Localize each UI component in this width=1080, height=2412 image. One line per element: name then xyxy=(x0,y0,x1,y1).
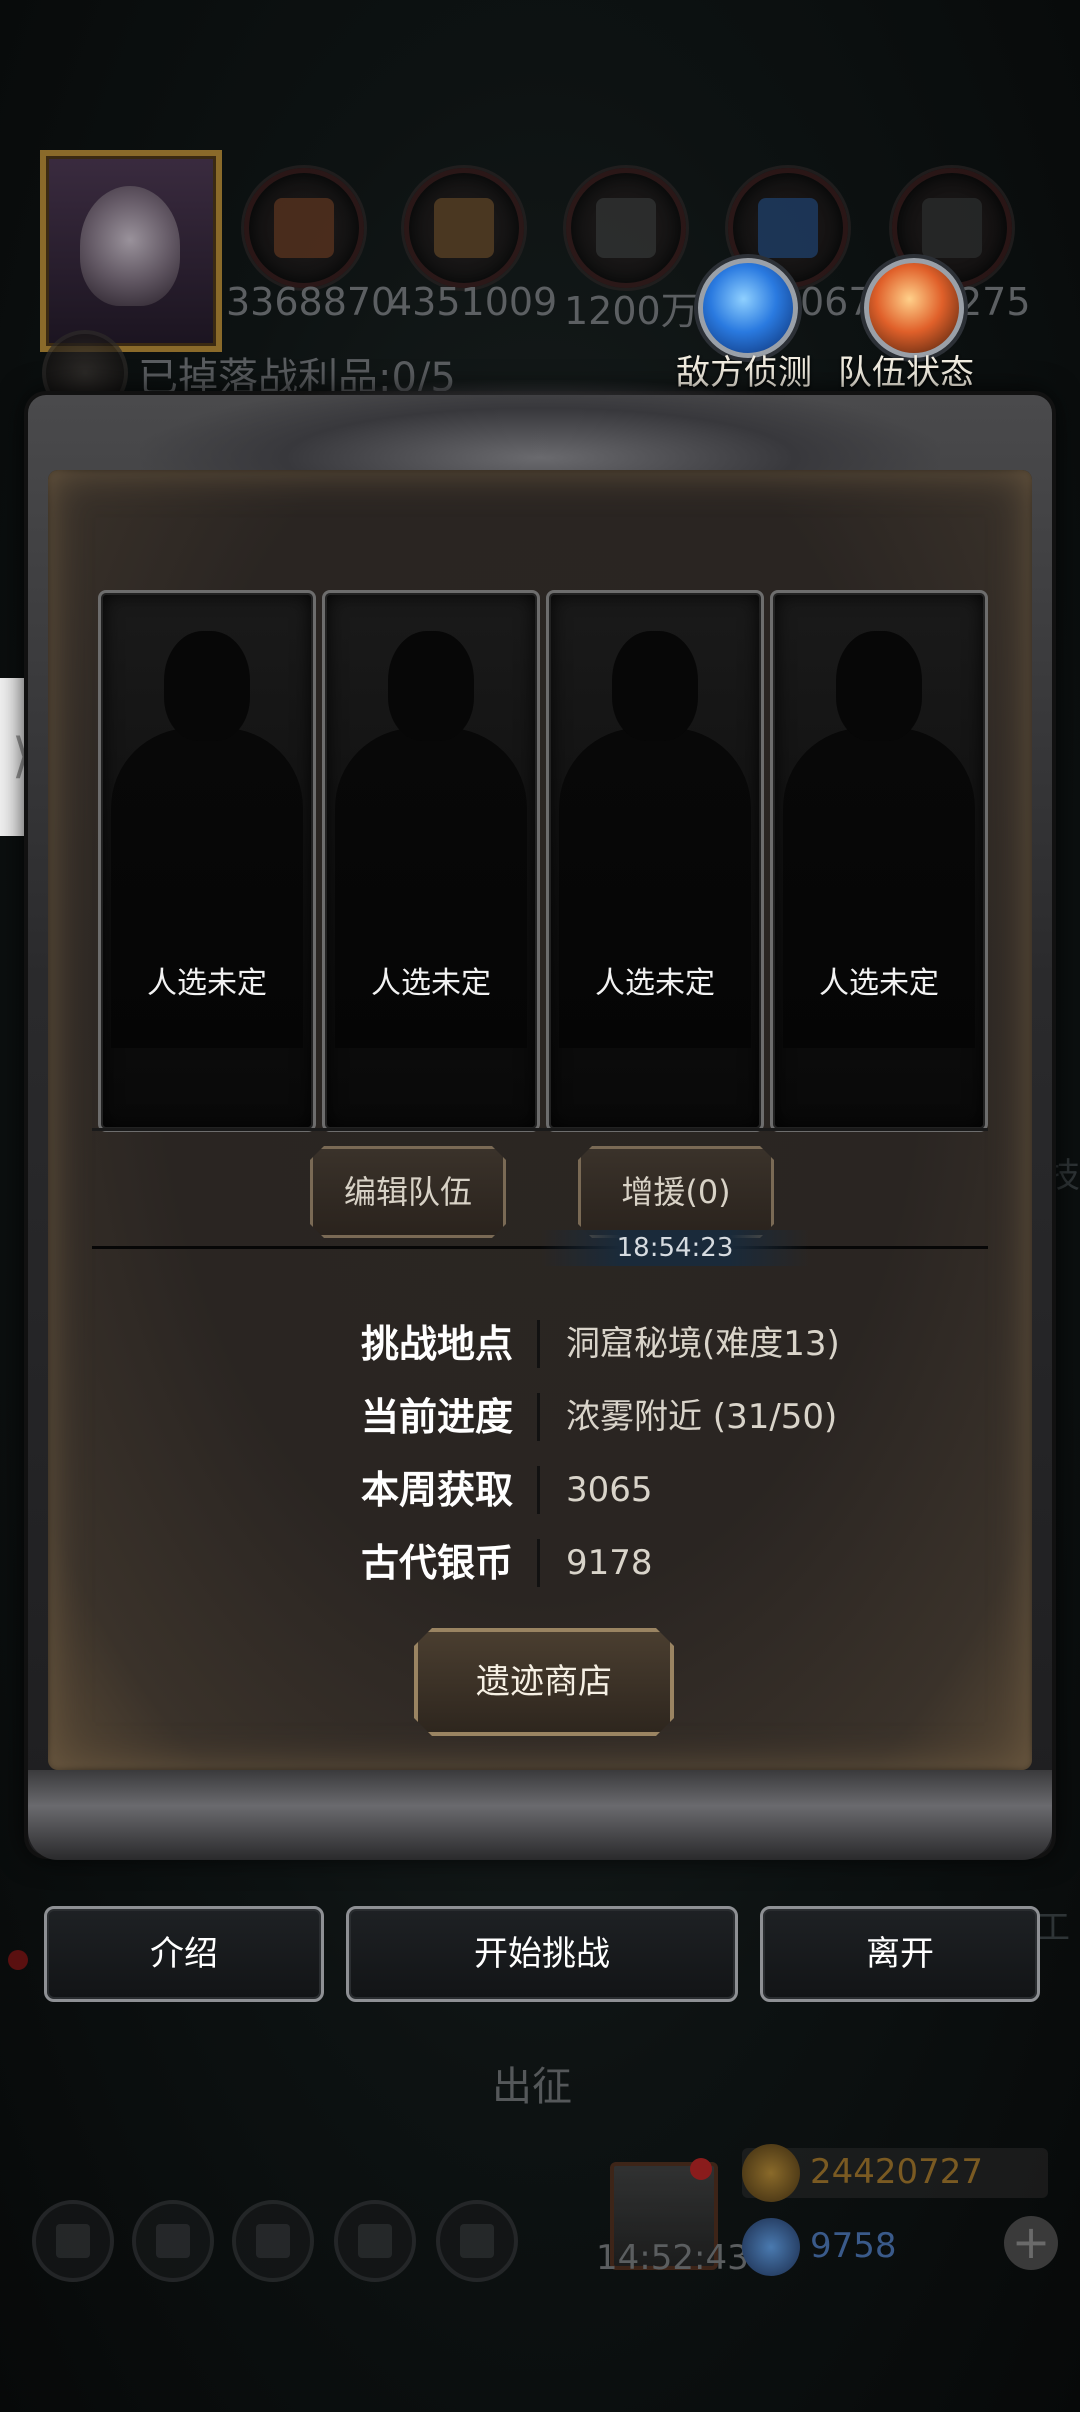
gold-icon xyxy=(742,2144,800,2202)
panel-bottom-ornament xyxy=(28,1770,1052,1860)
start-challenge-button[interactable]: 开始挑战 xyxy=(346,1906,738,2002)
hero-slot-3[interactable]: 人选未定 xyxy=(546,590,764,1132)
hero-face-image xyxy=(80,186,180,306)
achievement-icon[interactable] xyxy=(132,2200,214,2282)
info-value: 9178 xyxy=(566,1543,653,1583)
hero-slot-2[interactable]: 人选未定 xyxy=(322,590,540,1132)
info-separator xyxy=(537,1320,540,1368)
wood-icon xyxy=(404,168,524,288)
info-row-coins: 古代银币 9178 xyxy=(0,1533,1080,1593)
iron-value: 1200万 xyxy=(564,289,699,333)
info-separator xyxy=(537,1539,540,1587)
enemy-scout-orb-icon[interactable] xyxy=(698,258,798,358)
edit-team-button[interactable]: 编辑队伍 xyxy=(310,1146,506,1238)
hero-portrait[interactable] xyxy=(40,150,222,352)
silhouette-head-icon xyxy=(836,631,922,741)
info-separator xyxy=(537,1393,540,1441)
info-key: 当前进度 xyxy=(360,1395,513,1439)
silhouette-head-icon xyxy=(388,631,474,741)
meat-value: 3368870 xyxy=(226,280,396,324)
slot-label: 人选未定 xyxy=(819,966,939,1001)
slot-label: 人选未定 xyxy=(147,966,267,1001)
hero-slot-4[interactable]: 人选未定 xyxy=(770,590,988,1132)
slots-divider xyxy=(92,1128,988,1131)
slot-label: 人选未定 xyxy=(371,966,491,1001)
info-value: 3065 xyxy=(566,1470,653,1510)
gift-timer: 14:52:43 xyxy=(596,2238,749,2278)
gift-notification-dot xyxy=(690,2158,712,2180)
silhouette-head-icon xyxy=(164,631,250,741)
gem-icon xyxy=(742,2218,800,2276)
reinforce-button[interactable]: 增援(0) xyxy=(578,1146,774,1238)
info-value: 洞窟秘境(难度13) xyxy=(566,1324,840,1364)
info-key: 古代银币 xyxy=(360,1541,513,1585)
shop-icon[interactable] xyxy=(436,2200,518,2282)
info-key: 本周获取 xyxy=(360,1468,513,1512)
book-icon[interactable] xyxy=(232,2200,314,2282)
meat-icon xyxy=(244,168,364,288)
mail-icon[interactable] xyxy=(334,2200,416,2282)
add-currency-button[interactable]: + xyxy=(1004,2216,1058,2270)
background-building-label-2: 工 xyxy=(1036,1908,1070,1948)
info-key: 挑战地点 xyxy=(360,1322,513,1366)
game-screen: { "top_bar": { "resources": [ {"icon": "… xyxy=(0,0,1080,2412)
intro-button[interactable]: 介绍 xyxy=(44,1906,324,2002)
notification-dot xyxy=(8,1950,28,1970)
info-row-location: 挑战地点 洞窟秘境(难度13) xyxy=(0,1314,1080,1374)
hero-slot-1[interactable]: 人选未定 xyxy=(98,590,316,1132)
expedition-label[interactable]: 出征 xyxy=(492,2054,572,2112)
info-row-progress: 当前进度 浓雾附近 (31/50) xyxy=(0,1387,1080,1447)
wood-value: 4351009 xyxy=(388,280,558,324)
slot-label: 人选未定 xyxy=(595,966,715,1001)
gold-value: 24420727 xyxy=(810,2152,984,2192)
iron-icon xyxy=(566,168,686,288)
settings-icon[interactable] xyxy=(32,2200,114,2282)
leave-button[interactable]: 离开 xyxy=(760,1906,1040,2002)
silhouette-head-icon xyxy=(612,631,698,741)
info-value: 浓雾附近 (31/50) xyxy=(566,1397,838,1437)
team-status-orb-icon[interactable] xyxy=(864,258,964,358)
reinforce-timer: 18:54:23 xyxy=(540,1230,810,1266)
info-row-weekly: 本周获取 3065 xyxy=(0,1460,1080,1520)
info-separator xyxy=(537,1466,540,1514)
crystal-value: 067 xyxy=(800,280,873,324)
stone-value: 275 xyxy=(958,280,1031,324)
ruins-shop-button[interactable]: 遗迹商店 xyxy=(414,1628,674,1736)
gem-value: 9758 xyxy=(810,2226,897,2266)
